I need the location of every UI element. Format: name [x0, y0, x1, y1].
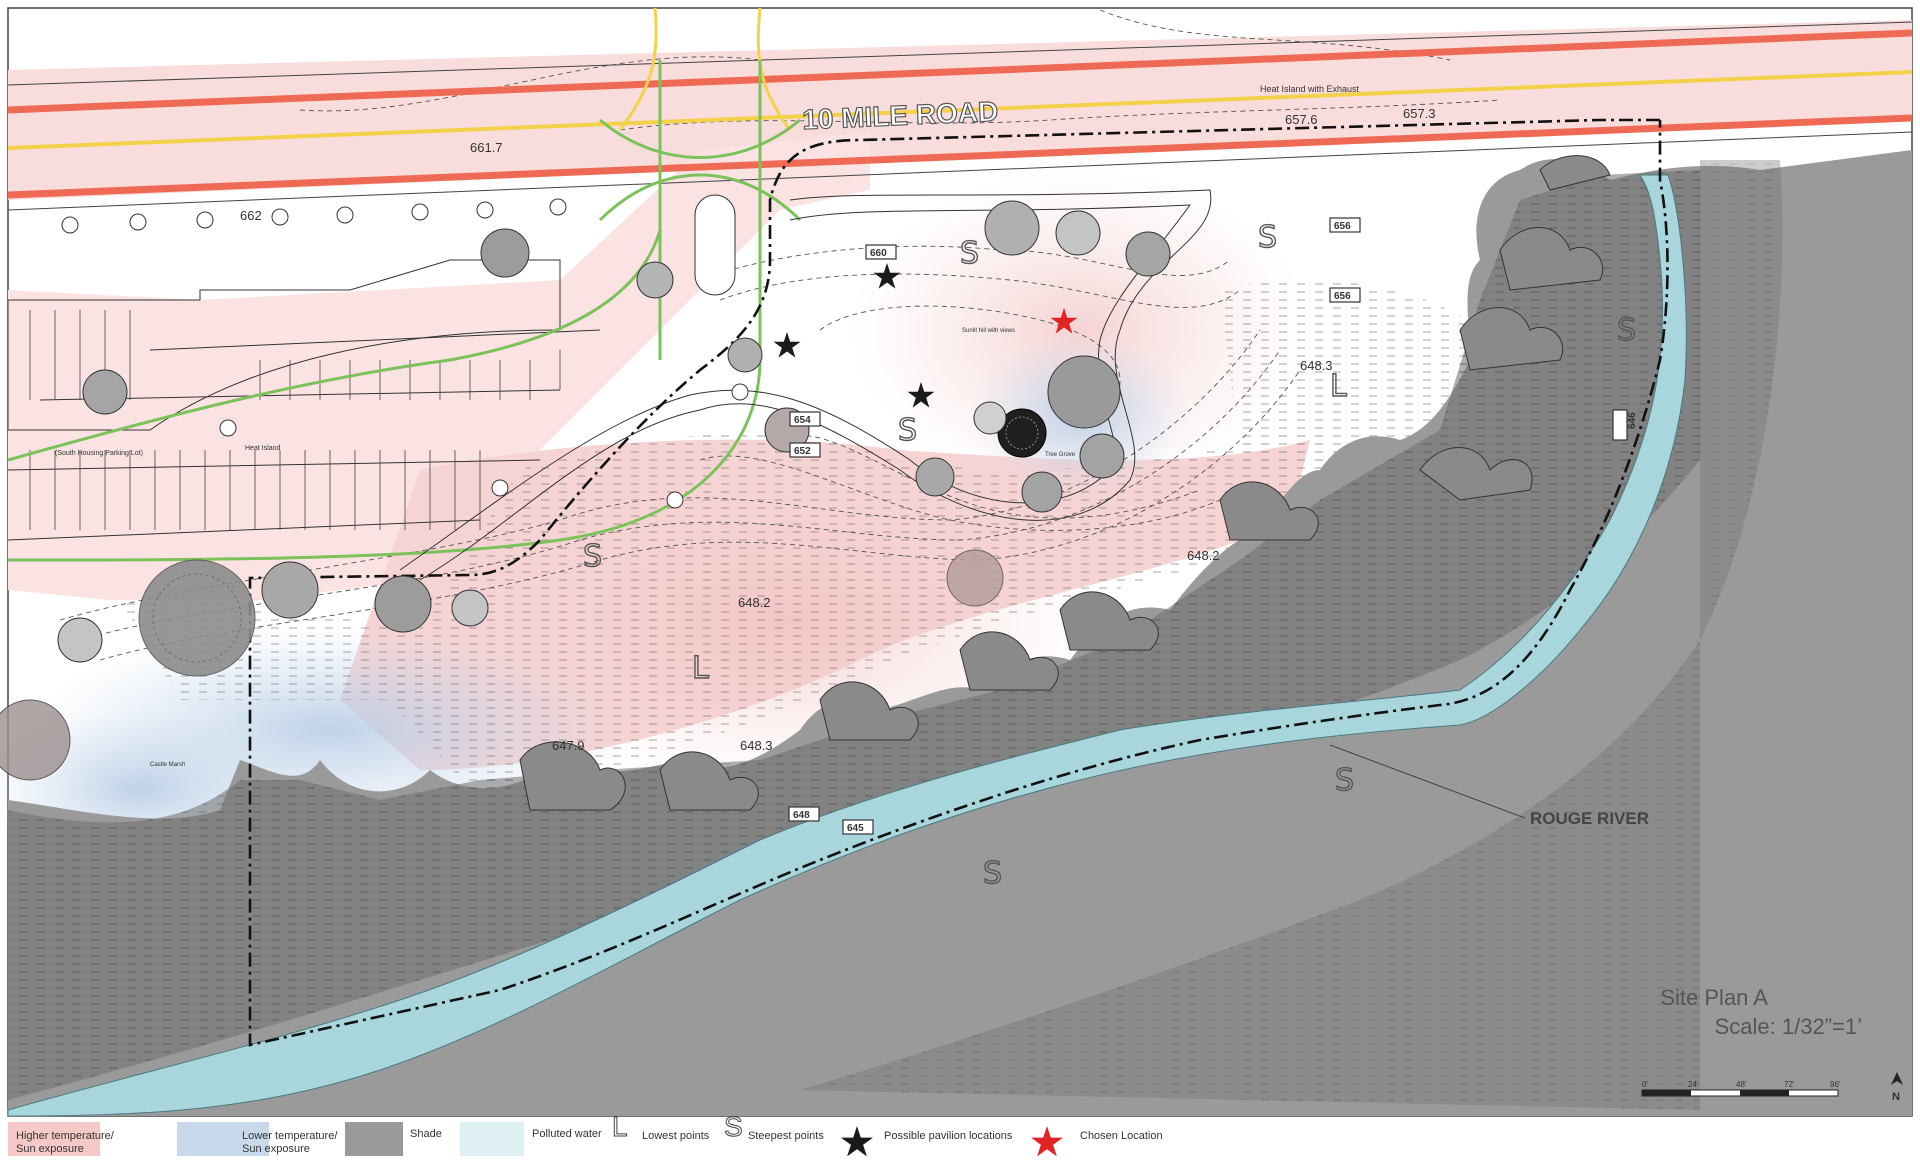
svg-text:48': 48'	[1736, 1080, 1747, 1089]
svg-text:S: S	[898, 413, 917, 448]
elevation-label: 648.3	[740, 738, 773, 753]
svg-text:656: 656	[1334, 221, 1351, 232]
svg-text:654: 654	[794, 415, 811, 426]
elevation-label: 648.3	[1300, 358, 1333, 373]
legend-shade: Shade	[410, 1128, 442, 1140]
road-note: Heat Island with Exhaust	[1260, 84, 1360, 94]
svg-text:656: 656	[1334, 291, 1351, 302]
svg-text:S: S	[1258, 220, 1277, 255]
legend-pavilion-options: Possible pavilion locations	[884, 1130, 1013, 1142]
label-sunlit-hill: Sunlit hill with views	[962, 328, 1015, 334]
elevation-label: 647.9	[552, 738, 585, 753]
svg-text:72': 72'	[1784, 1080, 1795, 1089]
legend-lower-temp: Lower temperature/ Sun exposure	[242, 1130, 338, 1155]
svg-text:646: 646	[1627, 412, 1638, 429]
svg-text:24': 24'	[1688, 1080, 1699, 1089]
elevation-label: 648.2	[1187, 548, 1220, 563]
svg-text:S: S	[583, 539, 602, 574]
svg-text:648: 648	[793, 810, 810, 821]
svg-text:660: 660	[870, 248, 887, 259]
label-tree-grove: Tree Grove	[1045, 452, 1076, 458]
svg-text:L: L	[692, 651, 709, 686]
svg-text:L: L	[1330, 369, 1347, 404]
legend-swatch-water	[460, 1122, 524, 1156]
legend-lowest-symbol: L	[612, 1111, 629, 1142]
svg-text:S: S	[1617, 313, 1636, 348]
label-parking-lot: (South Housing Parking Lot)	[55, 450, 143, 457]
map-legend: Higher temperature/ Sun exposure Lower t…	[0, 1111, 1920, 1162]
svg-text:S: S	[983, 856, 1002, 891]
elevation-label: 661.7	[470, 140, 503, 155]
legend-higher-temp: Higher temperature/ Sun exposure	[16, 1130, 114, 1155]
legend-black-star-icon	[841, 1126, 873, 1156]
label-castle-marsh: Castle Marsh	[150, 762, 185, 768]
legend-swatch-shade	[345, 1122, 403, 1156]
elevation-label: 648.2	[738, 595, 771, 610]
svg-text:652: 652	[794, 446, 811, 457]
svg-text:N: N	[1892, 1091, 1900, 1103]
svg-text:S: S	[1335, 763, 1354, 798]
label-heat-island: Heat Island	[245, 445, 281, 452]
tree-large-shade	[138, 559, 256, 677]
legend-red-star-icon	[1031, 1126, 1063, 1156]
elevation-label: 657.3	[1403, 106, 1436, 121]
legend-steepest-symbol: S	[724, 1111, 744, 1142]
elevation-label: 657.6	[1285, 112, 1318, 127]
legend-lowest-points: Lowest points	[642, 1130, 710, 1142]
river-label: ROUGE RIVER	[1530, 809, 1649, 828]
legend-chosen-location: Chosen Location	[1080, 1130, 1163, 1142]
svg-text:645: 645	[847, 823, 864, 834]
svg-text:0': 0'	[1642, 1080, 1648, 1089]
elevation-label: 662	[240, 208, 262, 223]
legend-polluted-water: Polluted water	[532, 1128, 602, 1140]
svg-text:S: S	[960, 236, 979, 271]
plan-title: Site Plan A	[1660, 985, 1768, 1010]
svg-text:96': 96'	[1830, 1080, 1841, 1089]
plan-scale: Scale: 1/32”=1’	[1715, 1014, 1862, 1039]
legend-steepest-points: Steepest points	[748, 1130, 824, 1142]
site-plan-map: 10 MILE ROAD Heat Island with Exhaust (S…	[0, 7, 1913, 1117]
